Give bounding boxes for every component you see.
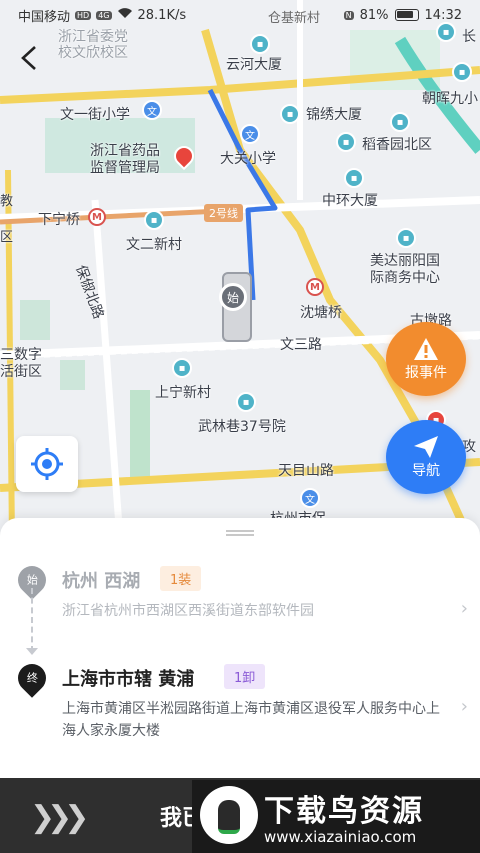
carrier-label: 中国移动	[18, 9, 71, 25]
hd-badge: HD	[75, 10, 92, 20]
map-label: 下宁桥	[38, 212, 80, 228]
map-label: 文三路	[280, 337, 322, 353]
slide-arrows-icon[interactable]: ❯❯❯	[30, 800, 89, 835]
network-badge: 4G	[96, 10, 112, 20]
metro-station-icon: M	[88, 208, 106, 226]
metro-station-icon: M	[306, 278, 324, 296]
destination-pin-icon: 终	[12, 658, 52, 698]
map-label: 文一街小学	[60, 107, 130, 123]
navigate-label: 导航	[412, 463, 440, 479]
battery-icon	[394, 9, 419, 21]
poi-building-icon: ▪	[390, 112, 410, 132]
map-label: 大关小学	[220, 151, 276, 167]
map-label: 活街区	[0, 364, 42, 380]
paper-plane-icon	[414, 436, 438, 458]
poi-school-icon: 文	[300, 488, 320, 508]
route-connector-arrow-icon	[26, 648, 38, 655]
poi-building-icon: ▪	[250, 34, 270, 54]
network-speed: 28.1K/s	[137, 7, 187, 23]
poi-building-icon: ▪	[336, 132, 356, 152]
report-event-label: 报事件	[405, 365, 447, 381]
watermark-logo-icon	[200, 786, 258, 844]
map-label: 上宁新村	[155, 385, 211, 401]
report-event-button[interactable]: 报事件	[386, 322, 466, 396]
chevron-right-icon: ›	[460, 696, 468, 717]
poi-building-icon: ▪	[144, 210, 164, 230]
map-label: 武林巷37号院	[198, 419, 286, 435]
route-connector-line	[31, 588, 33, 652]
map-label: 稻香园北区	[362, 137, 432, 153]
map-label: 校文欣校区	[58, 45, 128, 61]
map-label: 区	[0, 230, 14, 245]
poi-building-icon: ▪	[236, 392, 256, 412]
chevron-left-icon	[21, 46, 36, 70]
map-label: 文二新村	[126, 237, 182, 253]
status-bar: 中国移动 HD 4G 28.1K/s 仓基新村 N 81% 14:32	[0, 0, 480, 30]
map-label: 沈塘桥	[300, 305, 342, 321]
watermark: 下载鸟资源 www.xiazainiao.com	[192, 780, 480, 853]
chevron-right-icon: ›	[460, 598, 468, 619]
poi-school-icon: 文	[240, 124, 260, 144]
unload-tag: 1卸	[224, 664, 266, 689]
map-label: 监督管理局	[90, 160, 160, 176]
wifi-icon	[117, 7, 133, 23]
poi-building-icon: ▪	[172, 358, 192, 378]
destination-name: 上海市市辖 黄浦	[62, 669, 195, 690]
watermark-url: www.xiazainiao.com	[264, 828, 417, 846]
crosshair-icon	[31, 448, 63, 480]
watermark-title: 下载鸟资源	[264, 794, 424, 829]
poi-school-icon: 文	[142, 100, 162, 120]
poi-building-icon: ▪	[452, 62, 472, 82]
map-label: 际商务中心	[370, 270, 440, 286]
status-ghost-label: 仓基新村	[268, 11, 321, 26]
origin-address: 浙江省杭州市西湖区西溪街道东部软件园	[62, 603, 314, 619]
map-label: 云河大厦	[226, 57, 282, 73]
warning-icon	[414, 338, 438, 360]
map-label: 教	[0, 194, 14, 209]
back-button[interactable]	[14, 40, 44, 76]
battery-percent: 81%	[359, 7, 389, 23]
map-label: 天目山路	[278, 463, 334, 479]
sheet-drag-handle[interactable]	[226, 530, 254, 536]
route-sheet: 始 杭州 西湖 1装 浙江省杭州市西湖区西溪街道东部软件园 › 终 上海市市辖 …	[0, 518, 480, 778]
map-label: 朝晖九小	[422, 91, 478, 107]
clock: 14:32	[424, 7, 462, 23]
poi-building-icon: ▪	[344, 168, 364, 188]
map-label: 中环大厦	[322, 193, 378, 209]
load-tag: 1装	[160, 566, 202, 591]
map-label: 锦绣大厦	[306, 107, 362, 123]
destination-address: 上海市黄浦区半淞园路街道上海市黄浦区退役军人服务中心上海人家永厦大楼	[62, 701, 440, 739]
locate-button[interactable]	[16, 436, 78, 492]
truck-start-marker: 始	[219, 283, 247, 311]
poi-building-icon: ▪	[280, 104, 300, 124]
navigate-button[interactable]: 导航	[386, 420, 466, 494]
metro-line-tag: 2号线	[204, 204, 243, 222]
origin-name: 杭州 西湖	[62, 571, 141, 592]
poi-building-icon: ▪	[396, 228, 416, 248]
nfc-icon: N	[343, 10, 354, 20]
